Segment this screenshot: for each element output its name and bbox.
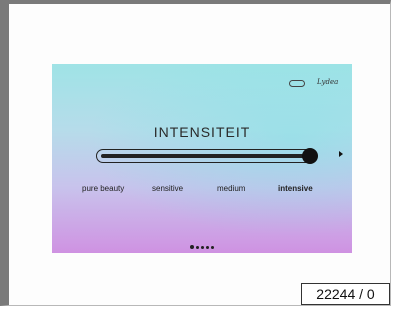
intensity-option-medium[interactable]: medium [217,184,245,193]
page-indicator [52,236,352,253]
page-dot[interactable] [201,246,204,249]
intensity-labels: pure beauty sensitive medium intensive [82,184,322,196]
intensity-option-pure-beauty[interactable]: pure beauty [82,184,124,193]
page-dot[interactable] [190,245,194,249]
intensity-option-intensive[interactable]: intensive [278,184,313,193]
frame-counter: 22244 / 0 [301,283,390,305]
page-dot[interactable] [196,246,199,249]
intensity-slider-fill [101,154,307,158]
intensity-option-sensitive[interactable]: sensitive [152,184,183,193]
intensity-slider-track[interactable] [96,149,314,163]
brand-logo: Lydea [317,78,339,86]
page-dot[interactable] [206,246,209,249]
brand-badge [289,80,305,87]
intensity-slider-thumb[interactable] [302,148,318,164]
device-screen: Lydea INTENSITEIT pure beauty sensitive me… [52,64,352,253]
next-arrow-icon[interactable] [339,151,343,157]
page-dot[interactable] [211,246,214,249]
page-title: INTENSITEIT [153,124,251,140]
